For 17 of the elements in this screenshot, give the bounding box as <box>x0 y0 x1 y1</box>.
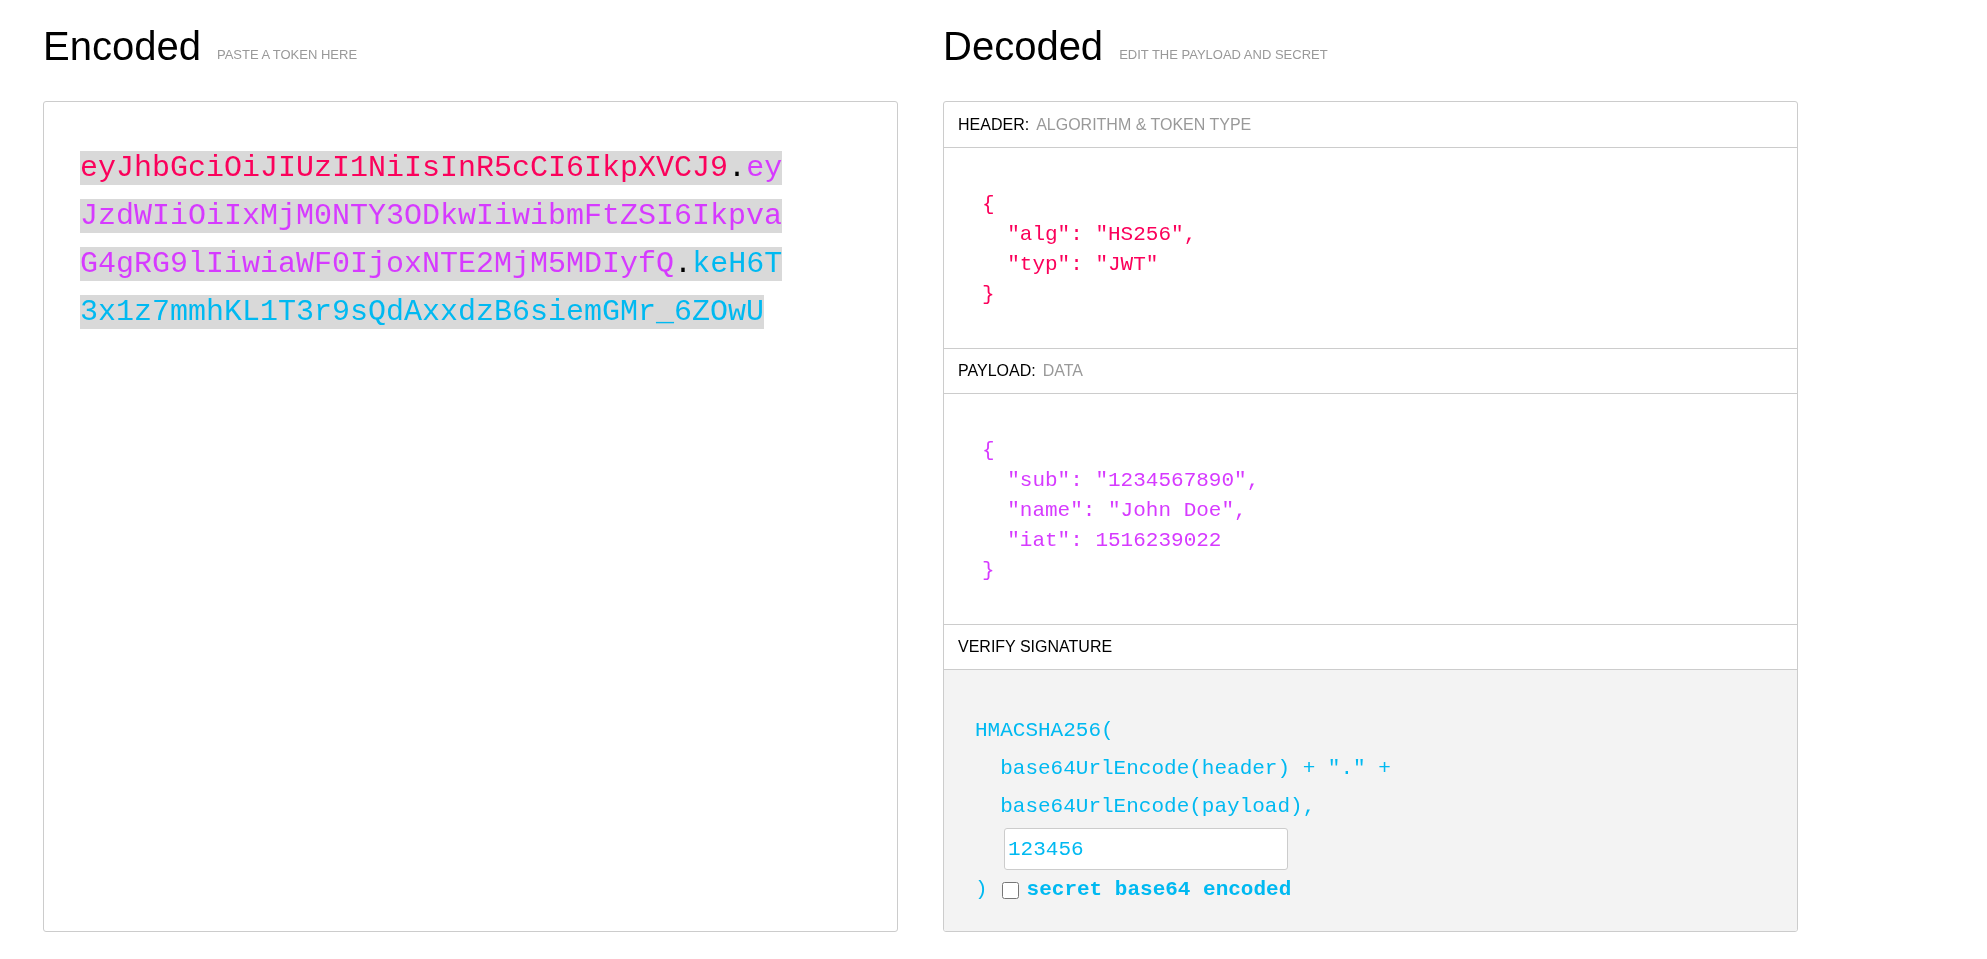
section-label: HEADER: <box>958 114 1030 135</box>
panel-title: Decoded <box>943 26 1104 66</box>
section-hint: ALGORITHM & TOKEN TYPE <box>1036 114 1252 135</box>
panel-hint: PASTE A TOKEN HERE <box>216 45 358 64</box>
code-text: HMACSHA256( base64UrlEncode(header) + "." + base64UrlEncode(payload), <box>975 718 1392 820</box>
token-input[interactable]: eyJhbGciOiJIUzI1NiIsInR5cCI6IkpXVCJ9.eyJzdWIiOiIxMjM0NTY3ODkwIiwibmFtZSI6IkpvaG4gRG9lIiwiaWF0IjoxNTE2MjM5MDIyfQ.keH6T3x1z7mmhKL1T3r9sQdAxxdzB6siemGMr_6ZOwU <box>43 101 898 932</box>
panel-title: Encoded <box>43 26 201 66</box>
section-hint: DATA <box>1042 361 1083 381</box>
checkbox-label: secret base64 encoded <box>1026 877 1292 904</box>
section-label: PAYLOAD: <box>958 361 1036 381</box>
section-label: VERIFY SIGNATURE <box>958 637 1113 657</box>
code-text: { "alg": "HS256", "typ": "JWT" } <box>982 192 1198 308</box>
code-text: { "sub": "1234567890", "name": "John Doe", "iat": 1516239022 } <box>982 438 1261 584</box>
encoded-token: eyJhbGciOiJIUzI1NiIsInR5cCI6IkpXVCJ9.eyJzdWIiOiIxMjM0NTY3ODkwIiwibmFtZSI6IkpvaG4gRG9lIiwiaWF0IjoxNTE2MjM5MDIyfQ.keH6T3x1z7mmhKL1T3r9sQdAxxdzB6siemGMr_6ZOwU <box>80 150 784 331</box>
secret-checkbox[interactable] <box>1001 881 1019 899</box>
panel-hint: EDIT THE PAYLOAD AND SECRET <box>1119 45 1328 64</box>
code-text: ) <box>975 877 988 904</box>
